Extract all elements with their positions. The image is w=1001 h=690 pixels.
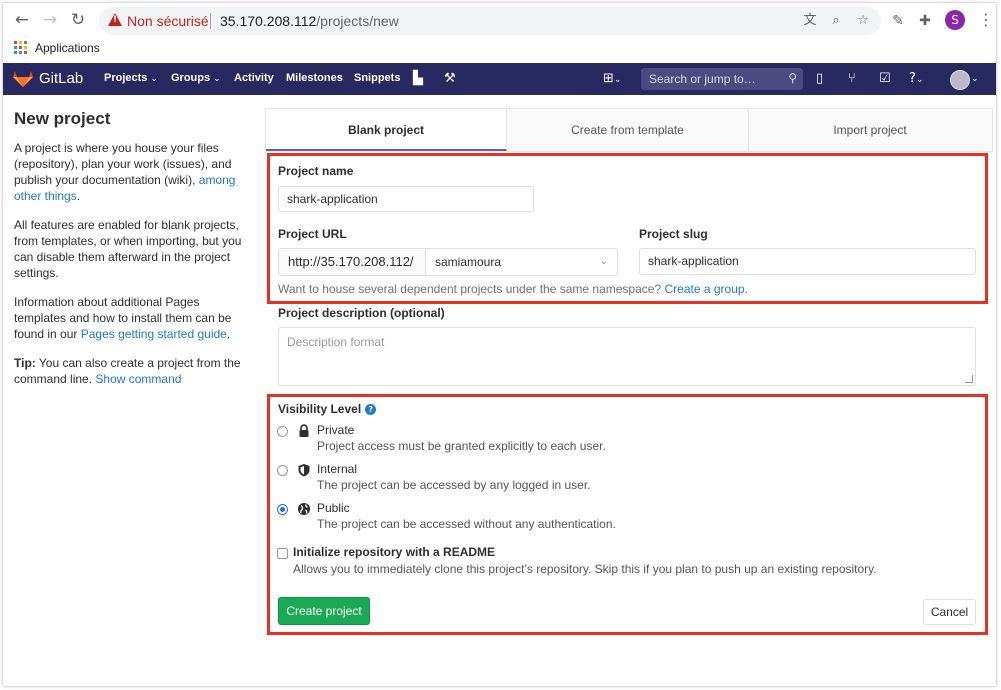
radio-public[interactable] [277, 504, 288, 515]
description-textarea[interactable]: Description format [278, 327, 976, 386]
help-question-icon[interactable]: ? [365, 404, 377, 415]
create-project-button[interactable]: Create project [278, 597, 370, 625]
globe-icon [298, 503, 310, 515]
plus-new-icon[interactable]: ⊞⌄ [603, 71, 621, 88]
merge-requests-icon[interactable]: ⑂ [848, 71, 856, 87]
chevron-down-icon: ⌄ [150, 74, 158, 84]
public-description: The project can be accessed without any … [317, 517, 616, 531]
project-slug-input[interactable]: shark-application [639, 248, 976, 275]
warning-icon [108, 13, 122, 26]
gitlab-header: GitLab Projects ⌄ Groups ⌄ Activity Milest… [3, 63, 996, 95]
nav-snippets[interactable]: Snippets [354, 72, 400, 84]
private-title: Private [317, 423, 355, 437]
cancel-button[interactable]: Cancel [923, 599, 976, 625]
description-label: Project description (optional) [278, 306, 445, 320]
apps-grid-icon[interactable] [14, 41, 27, 54]
browser-window: ← → ↻ Non sécurisé 35.170.208.112/projec… [3, 3, 996, 686]
project-url-label: Project URL [278, 227, 347, 241]
issues-icon[interactable]: ▯ [816, 71, 823, 87]
internal-title: Internal [317, 462, 358, 476]
back-arrow-icon[interactable]: ← [11, 9, 33, 31]
tip-paragraph: Tip: You can also create a project from … [14, 356, 241, 386]
address-url: 35.170.208.112/projects/new [220, 13, 399, 29]
private-description: Project access must be granted explicitl… [317, 439, 606, 453]
radio-private[interactable] [277, 426, 288, 437]
nav-activity[interactable]: Activity [234, 72, 274, 84]
page-title: New project [14, 109, 111, 128]
public-title: Public [317, 501, 350, 515]
search-icon: ⚲ [788, 71, 797, 85]
gitlab-brand[interactable]: GitLab [39, 70, 83, 87]
browser-toolbar: ← → ↻ Non sécurisé 35.170.208.112/projec… [3, 3, 996, 37]
chevron-down-icon: ⌄ [599, 256, 608, 267]
project-tabs: Blank project Create from template Impor… [265, 108, 993, 152]
browser-menu-icon[interactable]: ⋮ [978, 10, 994, 30]
left-column: New project A project is where you house… [14, 109, 249, 400]
project-name-input[interactable]: shark-application [278, 186, 534, 212]
tab-create-from-template[interactable]: Create from template [507, 109, 749, 151]
show-command-link[interactable]: Show command [95, 372, 181, 386]
insecure-label: Non sécurisé [127, 13, 209, 29]
chevron-down-icon: ⌄ [213, 74, 221, 84]
todos-icon[interactable]: ☑ [879, 71, 891, 87]
admin-wrench-icon[interactable]: ⚒ [444, 71, 456, 87]
nav-groups[interactable]: Groups ⌄ [171, 72, 221, 84]
zoom-icon[interactable]: ⌕ [827, 12, 845, 30]
user-avatar[interactable] [950, 70, 970, 90]
help-icon[interactable]: ?⌄ [909, 71, 923, 88]
readme-label[interactable]: Initialize repository with a README [293, 545, 495, 559]
project-url-prefix: http://35.170.208.112/ [278, 248, 426, 276]
namespace-hint: Want to house several dependent projects… [278, 282, 748, 296]
gitlab-logo-icon[interactable] [13, 71, 33, 87]
extensions-puzzle-icon[interactable]: ✚ [916, 12, 934, 30]
chevron-down-icon[interactable]: ⌄ [971, 71, 979, 87]
visibility-label: Visibility Level? [278, 402, 377, 416]
namespace-select[interactable]: samiamoura ⌄ [425, 248, 618, 276]
address-bar[interactable]: Non sécurisé 35.170.208.112/projects/new… [99, 7, 881, 35]
extension-edit-icon[interactable]: ✎ [889, 12, 907, 30]
tab-blank-project[interactable]: Blank project [266, 109, 507, 151]
create-group-link[interactable]: Create a group. [664, 282, 747, 296]
translate-icon[interactable]: 文 [801, 12, 819, 30]
reload-icon[interactable]: ↻ [67, 9, 89, 31]
project-slug-label: Project slug [639, 227, 708, 241]
tab-import-project[interactable]: Import project [749, 109, 991, 151]
bookmarks-bar: Applications [3, 37, 996, 61]
profile-avatar[interactable]: S [945, 10, 965, 30]
forward-arrow-icon[interactable]: → [39, 9, 61, 31]
internal-description: The project can be accessed by any logge… [317, 478, 591, 492]
analytics-chart-icon[interactable]: ▙ [413, 71, 423, 87]
pages-guide-link[interactable]: Pages getting started guide [81, 327, 227, 341]
resize-handle-icon[interactable] [965, 375, 973, 383]
bookmark-star-icon[interactable]: ☆ [854, 12, 872, 30]
readme-description: Allows you to immediately clone this pro… [293, 562, 877, 576]
readme-checkbox[interactable] [277, 548, 288, 559]
project-name-label: Project name [278, 164, 354, 178]
intro-paragraph: A project is where you house your files … [14, 141, 236, 203]
header-search-input[interactable]: Search or jump to… ⚲ [641, 68, 803, 90]
address-separator [210, 13, 211, 29]
highlight-box-visibility [267, 394, 988, 635]
shield-icon [298, 464, 310, 477]
bookmark-applications[interactable]: Applications [35, 41, 100, 55]
pages-paragraph: Information about additional Pages templ… [14, 295, 232, 341]
nav-milestones[interactable]: Milestones [286, 72, 343, 84]
lock-icon [299, 424, 309, 437]
radio-internal[interactable] [277, 465, 288, 476]
features-paragraph: All features are enabled for blank proje… [14, 218, 242, 280]
nav-projects[interactable]: Projects ⌄ [104, 72, 158, 84]
